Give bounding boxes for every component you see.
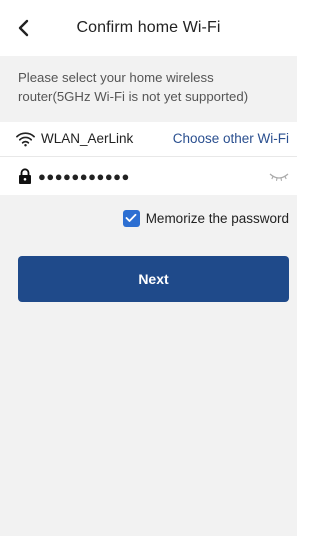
wifi-ssid: WLAN_AerLink [41, 131, 134, 146]
header-bar: Confirm home Wi-Fi [0, 0, 297, 56]
memorize-password-option[interactable]: Memorize the password [122, 208, 289, 228]
wifi-row: WLAN_AerLink Choose other Wi-Fi [0, 122, 297, 156]
check-icon [125, 213, 137, 222]
info-text: Please select your home wireless router(… [18, 70, 249, 104]
memorize-checkbox[interactable] [122, 209, 140, 227]
eye-closed-icon[interactable] [269, 171, 289, 183]
page-title: Confirm home Wi-Fi [76, 19, 221, 36]
content-area [0, 195, 297, 536]
next-button[interactable]: Next [18, 256, 289, 302]
wifi-icon [16, 132, 35, 147]
password-field[interactable] [38, 165, 248, 187]
lock-icon [19, 168, 31, 184]
info-banner: Please select your home wireless router(… [0, 56, 297, 122]
password-row [0, 157, 297, 195]
memorize-label: Memorize the password [145, 210, 289, 226]
choose-other-wifi-link[interactable]: Choose other Wi-Fi [173, 131, 289, 146]
